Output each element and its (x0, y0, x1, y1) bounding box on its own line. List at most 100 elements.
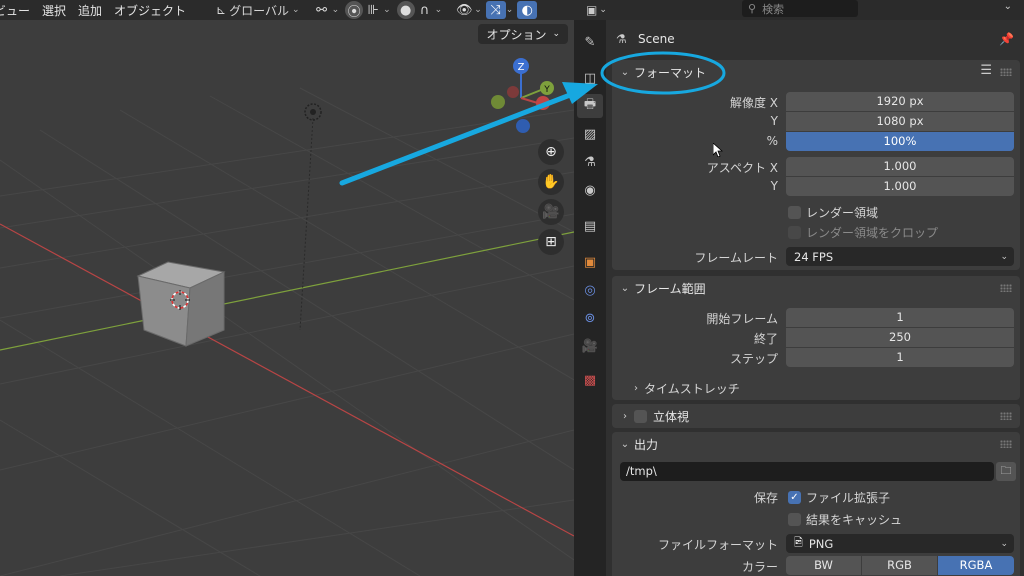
aspect-y-field[interactable]: 1.000 (786, 177, 1014, 196)
resolution-y-field[interactable]: 1080 px (786, 112, 1014, 131)
resolution-x-field[interactable]: 1920 px (786, 92, 1014, 111)
menu-object[interactable]: オブジェクト (108, 2, 192, 19)
aspect-y-label: Y (770, 179, 778, 193)
svg-text:Y: Y (543, 85, 550, 95)
render-tab-icon[interactable]: ◫ (577, 66, 603, 90)
output-path-input[interactable]: /tmp\ (620, 462, 994, 481)
frame-start-field[interactable]: 1 (786, 308, 1014, 327)
chevron-down-icon: ⌄ (292, 5, 300, 15)
crop-region-checkbox[interactable]: レンダー領域をクロップ (788, 224, 938, 241)
object-tab-icon[interactable]: ▣ (577, 250, 603, 274)
overlay-toggle-icon[interactable]: ◐ (517, 1, 538, 19)
chevron-right-icon: › (623, 410, 627, 422)
transform-orientation-dropdown[interactable]: ⊾ グローバル ⌄ (210, 1, 306, 19)
y-axis-line (0, 231, 574, 351)
file-format-dropdown[interactable]: 🖻 PNG ⌄ (786, 534, 1014, 553)
aspect-x-field[interactable]: 1.000 (786, 157, 1014, 176)
texture-tab-icon[interactable]: ▩ (577, 368, 603, 392)
drag-grip-icon[interactable] (1000, 68, 1012, 76)
save-label: 保存 (753, 491, 778, 505)
gizmo-toggle-icon[interactable]: ⤨ (485, 1, 506, 19)
gizmo-neg-y-axis (491, 95, 505, 109)
chevron-down-icon[interactable]: ⌄ (474, 5, 482, 15)
chevron-down-icon[interactable]: ⌄ (332, 5, 340, 15)
chevron-down-icon: ⌄ (1000, 538, 1008, 549)
render-region-checkbox[interactable]: レンダー領域 (788, 204, 878, 221)
stereoscopy-panel: › 立体視 (612, 404, 1020, 428)
stereoscopy-panel-header[interactable]: › 立体視 (612, 404, 1020, 428)
snap-icon[interactable]: ⦿ (345, 1, 364, 20)
collection-tab-icon[interactable]: ▤ (577, 214, 603, 238)
drag-grip-icon[interactable] (1000, 412, 1012, 420)
zoom-icon[interactable]: ⊕ (538, 139, 564, 165)
world-tab-icon[interactable]: ◉ (577, 178, 603, 202)
perspective-grid-icon[interactable]: ⊞ (538, 229, 564, 255)
frame-range-panel-header[interactable]: ⌄ フレーム範囲 (612, 276, 1020, 300)
output-tab-icon[interactable]: 🖶 (577, 94, 603, 118)
drag-grip-icon[interactable] (1000, 284, 1012, 292)
chevron-down-icon[interactable]: ⌄ (435, 5, 443, 15)
resolution-y-label: Y (770, 114, 778, 128)
menu-select[interactable]: 選択 (36, 2, 72, 19)
properties-editor: ⚗ Scene 📌 ⌄ フォーマット ☰ 解像度 X 1920 px Y 108… (606, 20, 1024, 576)
camera-view-icon[interactable]: 🎥 (538, 199, 564, 225)
mouse-cursor-icon (713, 143, 723, 157)
chevron-down-icon[interactable]: ⌄ (383, 5, 391, 15)
3d-viewport[interactable]: ビュー 選択 追加 オブジェクト ⊾ グローバル ⌄ ⚯ ⌄ ⦿ ⊪ ⌄ ● ∩… (0, 0, 574, 576)
checkmark-icon: ✓ (788, 491, 801, 504)
chevron-down-icon: ⌄ (552, 29, 560, 39)
frame-rate-label: フレームレート (694, 251, 778, 265)
frame-step-label: ステップ (729, 352, 778, 366)
file-extensions-checkbox[interactable]: ✓ ファイル拡張子 (788, 489, 890, 506)
presets-list-icon[interactable]: ☰ (980, 63, 992, 78)
scene-tab-icon[interactable]: ⚗ (577, 150, 603, 174)
falloff-icon[interactable]: ∩ (415, 1, 435, 19)
chevron-down-icon: ⌄ (620, 438, 630, 450)
time-stretch-subpanel[interactable]: › タイムストレッチ (634, 380, 740, 397)
proportional-editing-icon[interactable]: ● (396, 1, 415, 19)
cube-object (136, 261, 226, 347)
chevron-down-icon[interactable]: ⌄ (1004, 1, 1012, 12)
tool-tab-icon[interactable]: ✎ (577, 30, 603, 54)
frame-rate-dropdown[interactable]: 24 FPS ⌄ (786, 247, 1014, 266)
menu-add[interactable]: 追加 (72, 2, 108, 19)
chevron-down-icon: ⌄ (620, 282, 630, 294)
menu-view[interactable]: ビュー (0, 2, 36, 19)
resolution-percent-slider[interactable]: 100% (786, 132, 1014, 151)
frame-step-field[interactable]: 1 (786, 348, 1014, 367)
drag-grip-icon[interactable] (1000, 440, 1012, 448)
physics-tab-icon[interactable]: ◎ (577, 278, 603, 302)
stereoscopy-checkbox[interactable] (634, 409, 647, 423)
chevron-down-icon[interactable]: ⌄ (506, 5, 514, 15)
editor-type-icon[interactable]: ▣ ⌄ (586, 2, 610, 18)
snap-increment-icon[interactable]: ⊪ (363, 1, 383, 19)
properties-tabs: ✎ ◫ 🖶 ▨ ⚗ ◉ ▤ ▣ ◎ ⊚ 🎥 ▩ (574, 20, 606, 576)
viewport-header: ビュー 選択 追加 オブジェクト ⊾ グローバル ⌄ ⚯ ⌄ ⦿ ⊪ ⌄ ● ∩… (0, 0, 574, 20)
pin-icon[interactable]: 📌 (999, 32, 1014, 46)
color-label: カラー (741, 560, 778, 574)
navigation-gizmo[interactable]: Z Y (486, 56, 556, 136)
view-layer-tab-icon[interactable]: ▨ (577, 122, 603, 146)
search-icon: ⚲ (748, 2, 757, 15)
constraints-tab-icon[interactable]: ⊚ (577, 306, 603, 330)
search-input[interactable]: ⚲ 検索 (742, 0, 858, 17)
pan-hand-icon[interactable]: ✋ (538, 169, 564, 195)
color-bw-button[interactable]: BW (786, 556, 861, 575)
data-tab-icon[interactable]: 🎥 (577, 334, 603, 358)
x-axis-line (0, 223, 574, 537)
frame-end-field[interactable]: 250 (786, 328, 1014, 347)
svg-text:Z: Z (518, 62, 525, 73)
scene-icon: ⚗ (616, 32, 627, 46)
visibility-icon[interactable]: 👁 (454, 1, 474, 19)
format-panel: ⌄ フォーマット ☰ 解像度 X 1920 px Y 1080 px % 100… (612, 60, 1020, 270)
output-panel: ⌄ 出力 /tmp\ 🗀 保存 ✓ ファイル拡張子 結果をキャッシュ ファイルフ… (612, 432, 1020, 576)
cache-result-checkbox[interactable]: 結果をキャッシュ (788, 511, 902, 528)
format-panel-header[interactable]: ⌄ フォーマット ☰ (612, 60, 1020, 84)
color-rgb-button[interactable]: RGB (862, 556, 937, 575)
folder-icon[interactable]: 🗀 (996, 462, 1016, 481)
gizmo-neg-z-axis (516, 119, 530, 133)
output-panel-header[interactable]: ⌄ 出力 (612, 432, 1020, 456)
options-dropdown[interactable]: オプション ⌄ (478, 24, 568, 44)
pivot-point-icon[interactable]: ⚯ (312, 1, 332, 19)
color-rgba-button[interactable]: RGBA (938, 556, 1014, 575)
